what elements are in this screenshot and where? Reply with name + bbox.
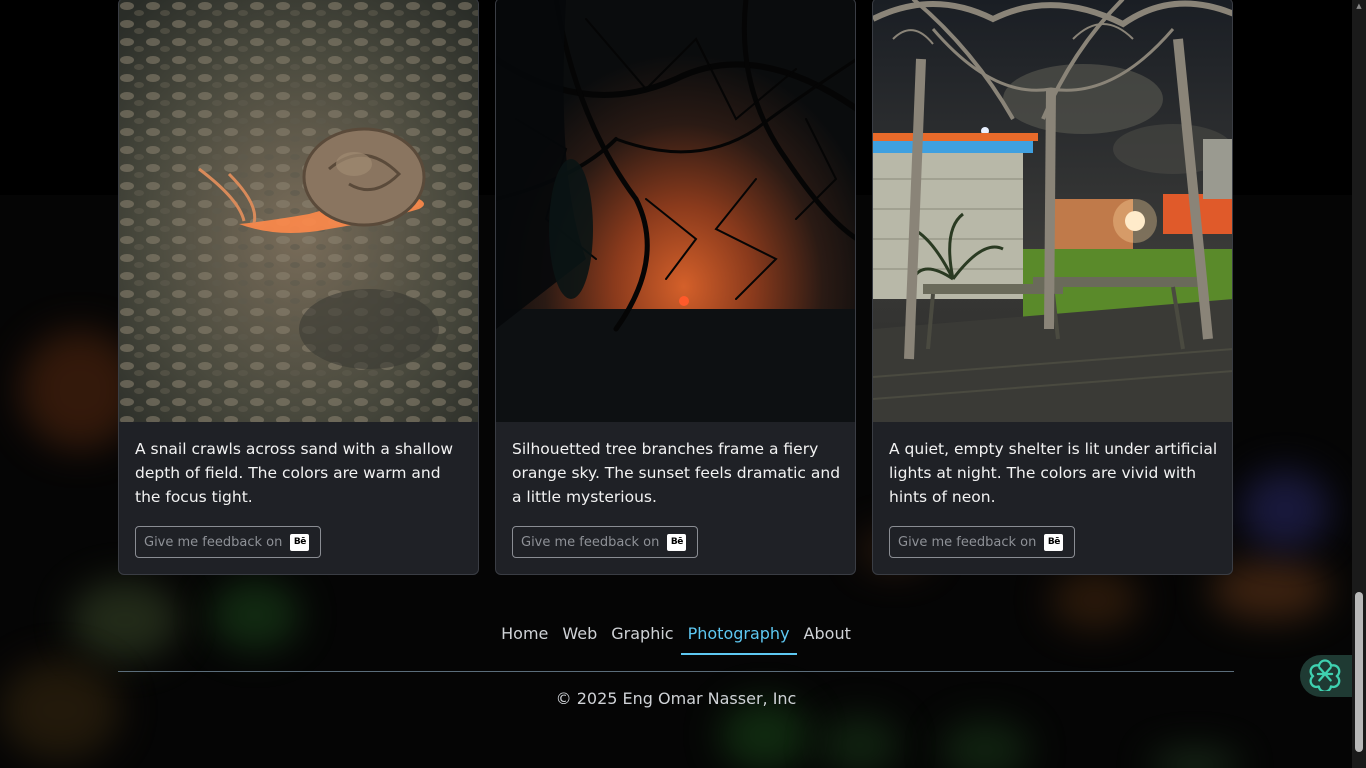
feedback-behance-button[interactable]: Give me feedback on Bē: [889, 526, 1075, 558]
behance-icon: Bē: [667, 533, 687, 551]
footer-nav-photography[interactable]: Photography: [680, 618, 797, 655]
behance-icon: Bē: [1044, 533, 1064, 551]
scroll-up-arrow-icon[interactable]: ▲: [1355, 2, 1363, 10]
photo-caption: A quiet, empty shelter is lit under arti…: [889, 440, 1218, 506]
sunset-branches-photo[interactable]: [496, 0, 855, 422]
photo-caption: A snail crawls across sand with a shallo…: [135, 440, 454, 506]
footer-divider: [118, 671, 1234, 672]
photo-card: A snail crawls across sand with a shallo…: [118, 0, 479, 575]
footer-nav-graphic[interactable]: Graphic: [604, 618, 680, 655]
behance-icon: Bē: [290, 533, 310, 551]
photo-card: A quiet, empty shelter is lit under arti…: [872, 0, 1233, 575]
page-scrollbar[interactable]: ▲: [1352, 0, 1366, 768]
ai-assistant-icon: [1308, 657, 1342, 695]
feedback-behance-button[interactable]: Give me feedback on Bē: [512, 526, 698, 558]
photo-gallery: A snail crawls across sand with a shallo…: [118, 0, 1233, 576]
footer-nav: Home Web Graphic Photography About: [0, 618, 1352, 655]
photo-card: Silhouetted tree branches frame a fiery …: [495, 0, 856, 575]
night-shelter-photo[interactable]: [873, 0, 1232, 422]
scrollbar-thumb[interactable]: [1355, 592, 1363, 752]
snail-photo[interactable]: [119, 0, 478, 422]
photo-caption: Silhouetted tree branches frame a fiery …: [512, 440, 841, 506]
footer-nav-about[interactable]: About: [797, 618, 858, 655]
feedback-behance-button[interactable]: Give me feedback on Bē: [135, 526, 321, 558]
footer-nav-home[interactable]: Home: [494, 618, 555, 655]
feedback-label: Give me feedback on: [521, 534, 660, 550]
feedback-label: Give me feedback on: [144, 534, 283, 550]
ai-assistant-button[interactable]: [1300, 655, 1360, 697]
copyright-text: © 2025 Eng Omar Nasser, Inc: [555, 689, 797, 708]
feedback-label: Give me feedback on: [898, 534, 1037, 550]
footer-nav-web[interactable]: Web: [555, 618, 604, 655]
